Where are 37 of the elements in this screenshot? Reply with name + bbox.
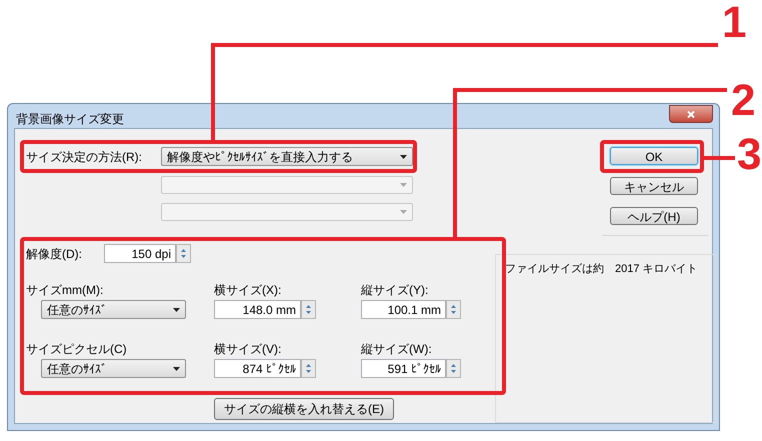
spin-buttons[interactable] — [301, 359, 316, 378]
number-field[interactable]: 150 dpi — [104, 244, 176, 263]
field-label: サイズmm(M): — [26, 282, 104, 298]
dialog-button[interactable]: キャンセル — [610, 177, 698, 195]
dialog-button[interactable]: ヘルプ(H) — [610, 207, 698, 225]
number-field[interactable]: 591 ﾋﾟｸｾﾙ — [361, 359, 446, 378]
field-label: 縦サイズ(Y): — [361, 282, 430, 298]
field-label: サイズ決定の方法(R): — [26, 148, 143, 166]
field-label: サイズピクセル(C) — [26, 341, 128, 357]
field-label: 縦サイズ(W): — [361, 341, 433, 357]
field-label: 横サイズ(V): — [214, 341, 282, 357]
number-field[interactable]: 874 ﾋﾟｸｾﾙ — [214, 359, 301, 378]
dropdown[interactable]: 任意のｻｲｽﾞ — [41, 300, 186, 319]
callout-number: 1 — [722, 0, 746, 46]
dropdown-arrow-icon — [173, 308, 180, 312]
dropdown[interactable]: 任意のｻｲｽﾞ — [41, 359, 186, 378]
dialog-button[interactable]: OK — [610, 147, 698, 165]
close-icon — [687, 110, 695, 118]
close-button[interactable] — [669, 105, 713, 123]
number-field[interactable]: 148.0 mm — [214, 300, 301, 319]
field-label: 横サイズ(X): — [214, 282, 282, 298]
spin-buttons[interactable] — [301, 300, 316, 319]
file-size-text: ファイルサイズは約 2017 キロバイト — [505, 263, 699, 276]
swap-size-button[interactable]: サイズの縦横を入れ替える(E) — [214, 398, 394, 420]
window-title: 背景画像サイズ変更 — [16, 111, 124, 128]
callout-number: 3 — [737, 132, 762, 178]
dropdown-arrow-icon — [400, 210, 407, 214]
callout-number: 2 — [731, 78, 756, 124]
field-label: 解像度(D): — [26, 246, 83, 262]
dropdown[interactable]: 解像度やﾋﾟｸｾﾙｻｲｽﾞを直接入力する — [161, 147, 413, 166]
dropdown-arrow-icon — [400, 183, 407, 187]
spin-buttons[interactable] — [176, 244, 191, 263]
dropdown-arrow-icon — [173, 366, 180, 370]
spin-buttons[interactable] — [446, 300, 461, 319]
number-field[interactable]: 100.1 mm — [361, 300, 446, 319]
spin-buttons[interactable] — [446, 359, 461, 378]
dropdown-arrow-icon — [400, 154, 407, 158]
